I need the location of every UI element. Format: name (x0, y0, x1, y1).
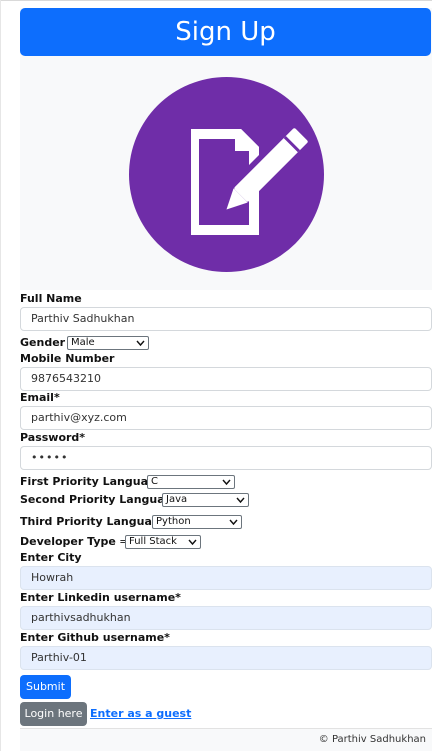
submit-button[interactable]: Submit (20, 675, 71, 699)
mobile-field[interactable]: 9876543210 (20, 367, 432, 391)
developer-type-label: Developer Type ⇒ (20, 535, 129, 549)
city-field[interactable]: Howrah (20, 566, 432, 590)
left-border (0, 0, 1, 751)
github-field[interactable]: Parthiv-01 (20, 646, 432, 670)
developer-type-value: Full Stack (129, 536, 177, 547)
second-language-label-text: Second Priority Language (20, 493, 180, 506)
third-language-value: Python (156, 516, 191, 527)
top-border (0, 0, 432, 1)
guest-link[interactable]: Enter as a guest (90, 707, 191, 720)
city-label: Enter City (20, 551, 82, 564)
password-field[interactable]: ••••• (20, 446, 432, 470)
github-label: Enter Github username* (20, 631, 170, 644)
chevron-down-icon (222, 479, 231, 486)
third-language-select[interactable]: Python (152, 515, 242, 529)
developer-type-select[interactable]: Full Stack (125, 535, 201, 549)
gender-label-text: Gender (20, 336, 66, 349)
gender-select-value: Male (71, 337, 95, 348)
second-language-value: Java (166, 494, 188, 505)
edit-document-icon (129, 77, 324, 272)
chevron-down-icon (136, 340, 145, 347)
first-language-select[interactable]: C (147, 475, 235, 489)
page-footer: © Parthiv Sadhukhan (20, 728, 432, 751)
second-language-select[interactable]: Java (162, 493, 249, 507)
third-language-label-text: Third Priority Language (20, 515, 168, 528)
first-language-label-text: First Priority Language (20, 475, 164, 488)
password-label: Password* (20, 431, 86, 444)
first-language-value: C (151, 476, 158, 487)
copyright-text: © Parthiv Sadhukhan (318, 734, 426, 745)
mobile-label: Mobile Number (20, 352, 115, 365)
full-name-field[interactable]: Parthiv Sadhukhan (20, 307, 432, 331)
email-field[interactable]: parthiv@xyz.com (20, 406, 432, 430)
login-button[interactable]: Login here (20, 702, 87, 726)
linkedin-label: Enter Linkedin username* (20, 591, 181, 604)
gender-select[interactable]: Male (67, 336, 149, 350)
page-title: Sign Up (175, 17, 276, 47)
chevron-down-icon (188, 539, 197, 546)
page-header: Sign Up (20, 8, 431, 56)
developer-type-label-text: Developer Type (20, 535, 116, 548)
chevron-down-icon (229, 519, 238, 526)
full-name-label: Full Name (20, 292, 82, 305)
email-label: Email* (20, 391, 60, 404)
linkedin-field[interactable]: parthivsadhukhan (20, 606, 432, 630)
chevron-down-icon (236, 497, 245, 504)
gender-label: Gender (20, 336, 65, 350)
